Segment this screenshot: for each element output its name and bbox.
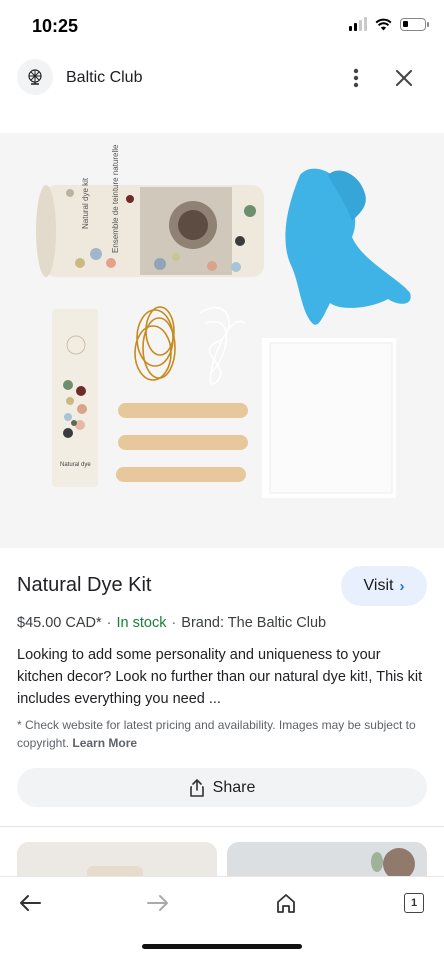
globe-plant-logo-icon (28, 69, 42, 85)
back-arrow-icon[interactable] (16, 889, 44, 917)
card-label: Natural dye (60, 462, 91, 468)
color-card: Natural dye (52, 309, 98, 487)
home-icon[interactable] (272, 889, 300, 917)
learn-more-link[interactable]: Learn More (72, 736, 137, 750)
pricing-disclaimer: * Check website for latest pricing and a… (17, 716, 417, 752)
wooden-sticks (116, 403, 248, 482)
status-time: 10:25 (32, 16, 79, 36)
browser-bottom-nav: 1 (0, 876, 444, 928)
product-title: Natural Dye Kit (17, 574, 152, 596)
product-image[interactable]: Natural dye kit Ensemble de teinture nat… (0, 133, 444, 548)
visit-button[interactable]: Visit › (341, 566, 427, 606)
close-icon[interactable] (392, 66, 416, 90)
share-icon (189, 778, 204, 797)
visit-label: Visit (363, 577, 394, 594)
product-meta: $45.00 CAD* · In stock · Brand: The Baltic C… (17, 615, 327, 631)
result-header: Baltic Club (0, 56, 444, 100)
forward-arrow-icon[interactable] (144, 889, 172, 917)
white-cloth (262, 338, 396, 498)
related-image-card[interactable] (17, 842, 217, 880)
tube-label-1: Natural dye kit (81, 177, 90, 229)
tabs-icon[interactable]: 1 (400, 889, 428, 917)
related-images (17, 842, 444, 880)
tab-count: 1 (404, 893, 424, 913)
more-vert-icon[interactable] (344, 66, 368, 90)
related-photo (17, 842, 217, 880)
related-image-card[interactable] (227, 842, 427, 880)
cellular-signal-icon (349, 17, 367, 31)
stock-status: In stock (116, 615, 167, 631)
share-button[interactable]: Share (17, 768, 427, 807)
divider (0, 826, 444, 827)
home-indicator[interactable] (142, 944, 302, 949)
tube-label-2: Ensemble de teinture naturelle (111, 144, 120, 253)
brand: Brand: The Baltic Club (181, 615, 327, 631)
status-bar: 10:25 (0, 0, 444, 50)
wifi-icon (375, 18, 392, 30)
chevron-right-icon: › (399, 577, 405, 595)
product-description: Looking to add some personality and uniq… (17, 647, 423, 707)
battery-icon (400, 17, 429, 31)
price: $45.00 CAD* (17, 615, 102, 631)
site-name[interactable]: Baltic Club (66, 69, 142, 87)
related-photo (227, 842, 427, 880)
share-label: Share (212, 778, 256, 796)
status-icons (349, 17, 429, 31)
site-logo[interactable] (17, 59, 53, 95)
dye-kit-photo: Natural dye kit Ensemble de teinture nat… (0, 133, 444, 548)
